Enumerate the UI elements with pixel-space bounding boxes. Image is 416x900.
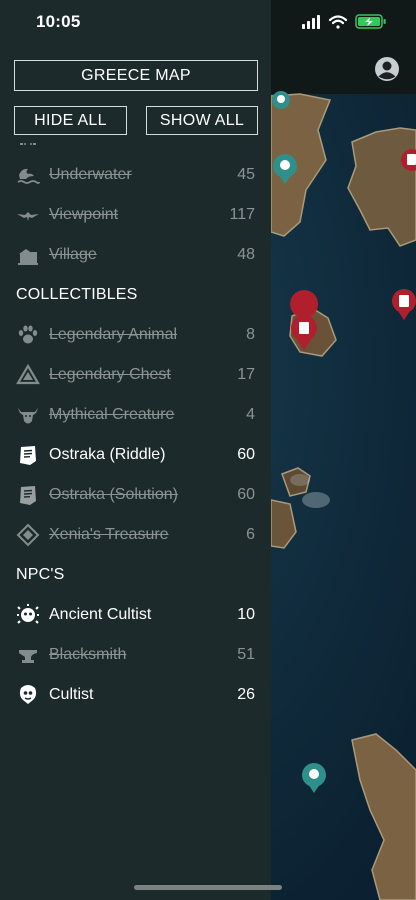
filter-label: Legendary Animal [49,326,178,343]
wave-icon [17,168,40,184]
filter-row-viewpoint[interactable]: Viewpoint 117 [0,195,271,235]
filter-row-underwater[interactable]: Underwater 45 [0,155,271,195]
filter-label: Viewpoint [49,206,119,223]
filter-row-mythical-creature[interactable]: Mythical Creature 4 [0,395,271,435]
filter-count: 17 [237,366,255,383]
chest-icon [16,363,40,385]
cultist-mask-icon [17,604,39,624]
filter-label: Legendary Chest [49,366,171,383]
filter-label: Cultist [49,686,94,703]
filter-count: 8 [246,326,255,343]
section-title: NPC'S [16,566,65,583]
filter-row-legendary-chest[interactable]: Legendary Chest 17 [0,355,271,395]
tomb-icon [20,143,36,145]
filter-count: 26 [237,143,255,144]
filter-label: Ancient Cultist [49,606,152,623]
filter-row-ostraka-solution[interactable]: Ostraka (Solution) 60 [0,475,271,515]
filter-count: 60 [237,446,255,463]
cultist-icon [19,685,37,704]
hide-all-button[interactable]: HIDE ALL [14,106,127,135]
filter-label: Mythical Creature [49,406,175,423]
filter-row-ostraka-riddle[interactable]: Ostraka (Riddle) 60 [0,435,271,475]
section-title: COLLECTIBLES [16,286,138,303]
greece-map-button[interactable]: GREECE MAP [14,60,258,91]
filter-label: Xenia's Treasure [49,526,169,543]
filter-row-xenia-s-treasure[interactable]: Xenia's Treasure 6 [0,515,271,555]
section-header: NPC'S [0,555,271,595]
filter-count: 117 [229,206,255,223]
ostraka-icon [20,446,36,465]
filter-count: 10 [237,606,255,623]
filter-label: Blacksmith [49,646,127,663]
filter-label: Ostraka (Solution) [49,486,178,503]
signal-icon [302,15,320,29]
filter-label: Tomb [49,143,88,144]
filter-label: Ostraka (Riddle) [49,446,166,463]
filter-row-legendary-animal[interactable]: Legendary Animal 8 [0,315,271,355]
filter-count: 60 [237,486,255,503]
filter-count: 6 [246,526,255,543]
filter-row-blacksmith[interactable]: Blacksmith 51 [0,635,271,675]
paw-icon [18,325,38,344]
section-header: COLLECTIBLES [0,275,271,315]
status-time: 10:05 [36,12,81,31]
filter-count: 51 [237,646,255,663]
cultist-marker[interactable] [272,91,290,109]
filter-row-ancient-cultist[interactable]: Ancient Cultist 10 [0,595,271,635]
filter-count: 4 [246,406,255,423]
ostraka-icon [20,486,36,505]
category-list[interactable]: Sanctuary16Ship Dock73Temple41Tomb26Unde… [0,143,271,883]
treasure-icon [16,523,40,547]
filter-row-tomb[interactable]: Tomb 26 [0,143,271,155]
filter-row-cultist[interactable]: Cultist 26 [0,675,271,715]
status-icons [302,13,394,36]
filter-count: 48 [237,246,255,263]
eagle-icon [17,212,39,221]
profile-icon[interactable] [374,56,400,82]
filter-count: 26 [237,686,255,703]
filter-label: Village [49,246,97,263]
filter-row-village[interactable]: Village 48 [0,235,271,275]
filter-drawer: GREECE MAP HIDE ALL SHOW ALL Sanctuary16… [0,0,271,900]
wifi-icon [328,15,348,29]
village-icon [18,249,38,265]
filter-label: Underwater [49,166,132,183]
battery-icon [355,14,386,29]
show-all-button[interactable]: SHOW ALL [146,106,258,135]
home-indicator[interactable] [134,885,282,890]
bull-icon [18,407,38,424]
filter-count: 45 [237,166,255,183]
anvil-icon [19,650,37,663]
